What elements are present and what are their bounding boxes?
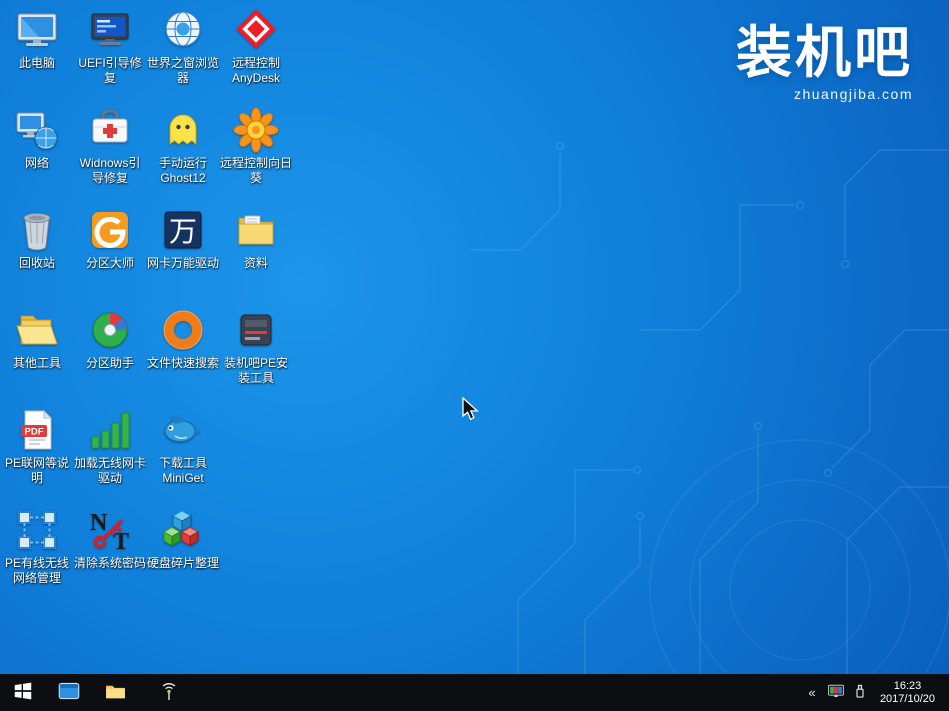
network-icon xyxy=(13,106,61,154)
windows-boot-repair-icon xyxy=(86,106,134,154)
folder-icon xyxy=(103,679,128,707)
mouse-cursor xyxy=(461,397,483,423)
wireless-network-button[interactable] xyxy=(146,674,192,711)
desktop-icon-label: Widnows引导修复 xyxy=(74,156,146,186)
desktop-icon-label: 其他工具 xyxy=(1,356,73,371)
desktop-icon-recycle-bin[interactable]: 回收站 xyxy=(1,206,73,271)
taskbar-clock[interactable]: 16:23 2017/10/20 xyxy=(872,680,943,706)
system-tray: « xyxy=(800,674,949,711)
desktop-icon-other-tools-folder[interactable]: 其他工具 xyxy=(1,306,73,371)
desktop-icon-label: 分区大师 xyxy=(74,256,146,271)
desktop-icon-label: 手动运行Ghost12 xyxy=(147,156,219,186)
desktop-icon-label: 网络 xyxy=(1,156,73,171)
desktop-icon-label: 下载工具MiniGet xyxy=(147,456,219,486)
clock-time: 16:23 xyxy=(880,680,935,693)
file-quick-search-icon xyxy=(159,306,207,354)
brand-url: zhuangjiba.com xyxy=(736,86,913,102)
desktop-icon-label: 网卡万能驱动 xyxy=(147,256,219,271)
wireless-antenna-icon xyxy=(157,679,181,706)
partition-assistant-icon xyxy=(86,306,134,354)
clear-password-icon: NT xyxy=(86,506,134,554)
desktop-icon-label: 资料 xyxy=(220,256,292,271)
clock-date: 2017/10/20 xyxy=(880,693,935,706)
desktop-icon-uefi-boot-repair[interactable]: UEFI引导修复 xyxy=(74,6,146,86)
display-color-icon xyxy=(826,681,846,704)
recycle-bin-icon xyxy=(13,206,61,254)
desktop-icon-pe-network-manager[interactable]: PE有线无线网络管理 xyxy=(1,506,73,586)
desktop-icon-label: 远程控制向日葵 xyxy=(220,156,292,186)
desktop-icon-label: 清除系统密码 xyxy=(74,556,146,571)
display-settings-tray-button[interactable] xyxy=(824,674,848,711)
desktop-icon-label: 硬盘碎片整理 xyxy=(147,556,219,571)
svg-text:万: 万 xyxy=(169,215,197,248)
ghost12-icon xyxy=(159,106,207,154)
sunflower-remote-icon xyxy=(232,106,280,154)
browser-globe-icon xyxy=(159,6,207,54)
desktop-icon-browser-globe[interactable]: 世界之窗浏览器 xyxy=(147,6,219,86)
desktop-icon-label: 加载无线网卡驱动 xyxy=(74,456,146,486)
desktop-icon-label: 远程控制AnyDesk xyxy=(220,56,292,86)
desktop-icon-label: 分区助手 xyxy=(74,356,146,371)
desktop-icon-diskgenius[interactable]: 分区大师 xyxy=(74,206,146,271)
desktop-icon-label: UEFI引导修复 xyxy=(74,56,146,86)
desktop-icon-label: PE联网等说明 xyxy=(1,456,73,486)
usb-device-tray-button[interactable] xyxy=(848,674,872,711)
brand-watermark: 装机吧 zhuangjiba.com xyxy=(736,24,913,102)
file-explorer-button[interactable] xyxy=(92,674,138,711)
desktop-icon-label: 世界之窗浏览器 xyxy=(147,56,219,86)
desktop-icon-windows-boot-repair[interactable]: Widnows引导修复 xyxy=(74,106,146,186)
desktop-icon-wireless-driver[interactable]: 加载无线网卡驱动 xyxy=(74,406,146,486)
start-button[interactable] xyxy=(0,674,46,711)
app-window-button[interactable] xyxy=(46,674,92,711)
pdf-readme-icon: PDF xyxy=(13,406,61,454)
blue-window-icon xyxy=(56,678,82,707)
desktop-icon-clear-password[interactable]: NT 清除系统密码 xyxy=(74,506,146,571)
desktop-icon-label: 文件快速搜索 xyxy=(147,356,219,371)
desktop-icon-pdf-readme[interactable]: PDF PE联网等说明 xyxy=(1,406,73,486)
documents-folder-icon xyxy=(232,206,280,254)
desktop-background[interactable]: 装机吧 zhuangjiba.com 此电脑 UEFI引导修复 世界之窗浏览器 … xyxy=(0,0,949,674)
taskbar: « xyxy=(0,674,949,711)
desktop-icon-nic-universal-driver[interactable]: 万 网卡万能驱动 xyxy=(147,206,219,271)
pe-desktop-screen: 装机吧 zhuangjiba.com 此电脑 UEFI引导修复 世界之窗浏览器 … xyxy=(0,0,949,711)
desktop-icon-label: PE有线无线网络管理 xyxy=(1,556,73,586)
nic-universal-driver-icon: 万 xyxy=(159,206,207,254)
desktop-icon-disk-defrag[interactable]: 硬盘碎片整理 xyxy=(147,506,219,571)
desktop-icon-zhuangjiba-pe-installer[interactable]: 装机吧PE安装工具 xyxy=(220,306,292,386)
desktop-icon-documents-folder[interactable]: 资料 xyxy=(220,206,292,271)
pe-network-manager-icon xyxy=(13,506,61,554)
svg-text:N: N xyxy=(90,510,108,536)
wireless-driver-icon xyxy=(86,406,134,454)
desktop-icon-partition-assistant[interactable]: 分区助手 xyxy=(74,306,146,371)
diskgenius-icon xyxy=(86,206,134,254)
desktop-icon-network[interactable]: 网络 xyxy=(1,106,73,171)
desktop-icon-this-pc[interactable]: 此电脑 xyxy=(1,6,73,71)
anydesk-remote-icon xyxy=(232,6,280,54)
desktop-icon-anydesk-remote[interactable]: 远程控制AnyDesk xyxy=(220,6,292,86)
uefi-boot-repair-icon xyxy=(86,6,134,54)
usb-device-icon xyxy=(851,682,869,703)
tray-expand-button[interactable]: « xyxy=(800,674,824,711)
desktop-icon-label: 回收站 xyxy=(1,256,73,271)
this-pc-icon xyxy=(13,6,61,54)
windows-logo-icon xyxy=(12,680,34,705)
disk-defrag-icon xyxy=(159,506,207,554)
desktop-icon-label: 装机吧PE安装工具 xyxy=(220,356,292,386)
brand-title: 装机吧 xyxy=(736,24,913,83)
miniget-fish-icon xyxy=(159,406,207,454)
desktop-icon-ghost12[interactable]: 手动运行Ghost12 xyxy=(147,106,219,186)
desktop-icon-miniget-fish[interactable]: 下载工具MiniGet xyxy=(147,406,219,486)
svg-text:PDF: PDF xyxy=(25,427,44,438)
desktop-icon-file-quick-search[interactable]: 文件快速搜索 xyxy=(147,306,219,371)
desktop-icon-label: 此电脑 xyxy=(1,56,73,71)
other-tools-folder-icon xyxy=(13,306,61,354)
desktop-icon-grid: 此电脑 UEFI引导修复 世界之窗浏览器 远程控制AnyDesk 网络 Widn… xyxy=(1,6,301,646)
desktop-icon-sunflower-remote[interactable]: 远程控制向日葵 xyxy=(220,106,292,186)
zhuangjiba-pe-installer-icon xyxy=(232,306,280,354)
